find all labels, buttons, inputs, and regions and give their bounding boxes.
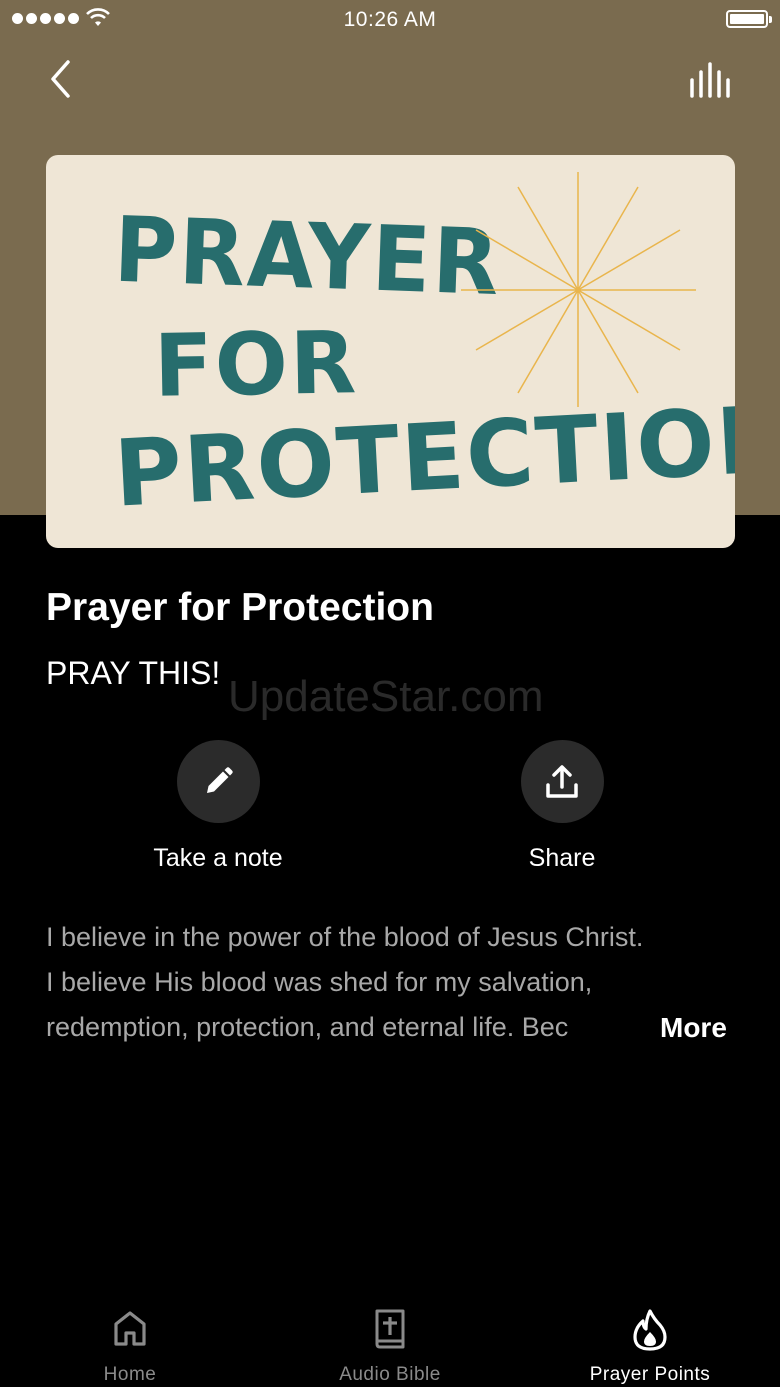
starburst-decoration <box>461 172 696 407</box>
more-button[interactable]: More <box>660 1012 727 1044</box>
tab-home[interactable]: Home <box>30 1290 230 1387</box>
take-note-circle[interactable] <box>176 740 260 823</box>
share-button[interactable]: Share <box>452 740 672 873</box>
tab-home-label: Home <box>103 1364 157 1385</box>
share-icon <box>546 764 578 798</box>
chevron-left-icon <box>51 60 70 98</box>
artwork-title-line-1: PRAYER <box>112 197 503 317</box>
flame-icon <box>633 1309 667 1351</box>
description-line-2: I believe His blood was shed for my salv… <box>46 967 593 997</box>
tab-bar: Home Audio Bible Prayer Points <box>0 1290 780 1387</box>
take-note-label: Take a note <box>153 844 283 872</box>
artwork-title-line-2: FOR <box>153 313 359 417</box>
episode-subtitle: PRAY THIS! <box>46 655 221 691</box>
battery-icon <box>726 10 772 28</box>
tab-prayer-points[interactable]: Prayer Points <box>550 1290 750 1387</box>
share-label: Share <box>528 844 596 872</box>
bible-icon <box>375 1309 405 1349</box>
tab-prayer-points-label: Prayer Points <box>589 1364 711 1385</box>
tab-audio-bible[interactable]: Audio Bible <box>290 1290 490 1387</box>
pencil-icon <box>207 766 233 793</box>
episode-description: I believe in the power of the blood of J… <box>46 915 736 1050</box>
description-line-3: redemption, protection, and eternal life… <box>46 1012 569 1042</box>
status-time: 10:26 AM <box>343 8 437 31</box>
take-note-button[interactable]: Take a note <box>108 740 328 873</box>
watermark: UpdateStar.com <box>228 672 544 721</box>
equalizer-icon <box>690 62 730 98</box>
audio-equalizer-button[interactable] <box>686 58 736 102</box>
tab-audio-bible-label: Audio Bible <box>339 1364 441 1385</box>
description-line-1: I believe in the power of the blood of J… <box>46 922 644 952</box>
share-circle[interactable] <box>520 740 604 823</box>
status-bar: 10:26 AM <box>0 0 780 40</box>
back-button[interactable] <box>40 55 84 103</box>
home-icon <box>114 1311 146 1346</box>
episode-title: Prayer for Protection <box>46 586 434 629</box>
episode-artwork: PRAYER FOR PROTECTION <box>46 155 735 548</box>
